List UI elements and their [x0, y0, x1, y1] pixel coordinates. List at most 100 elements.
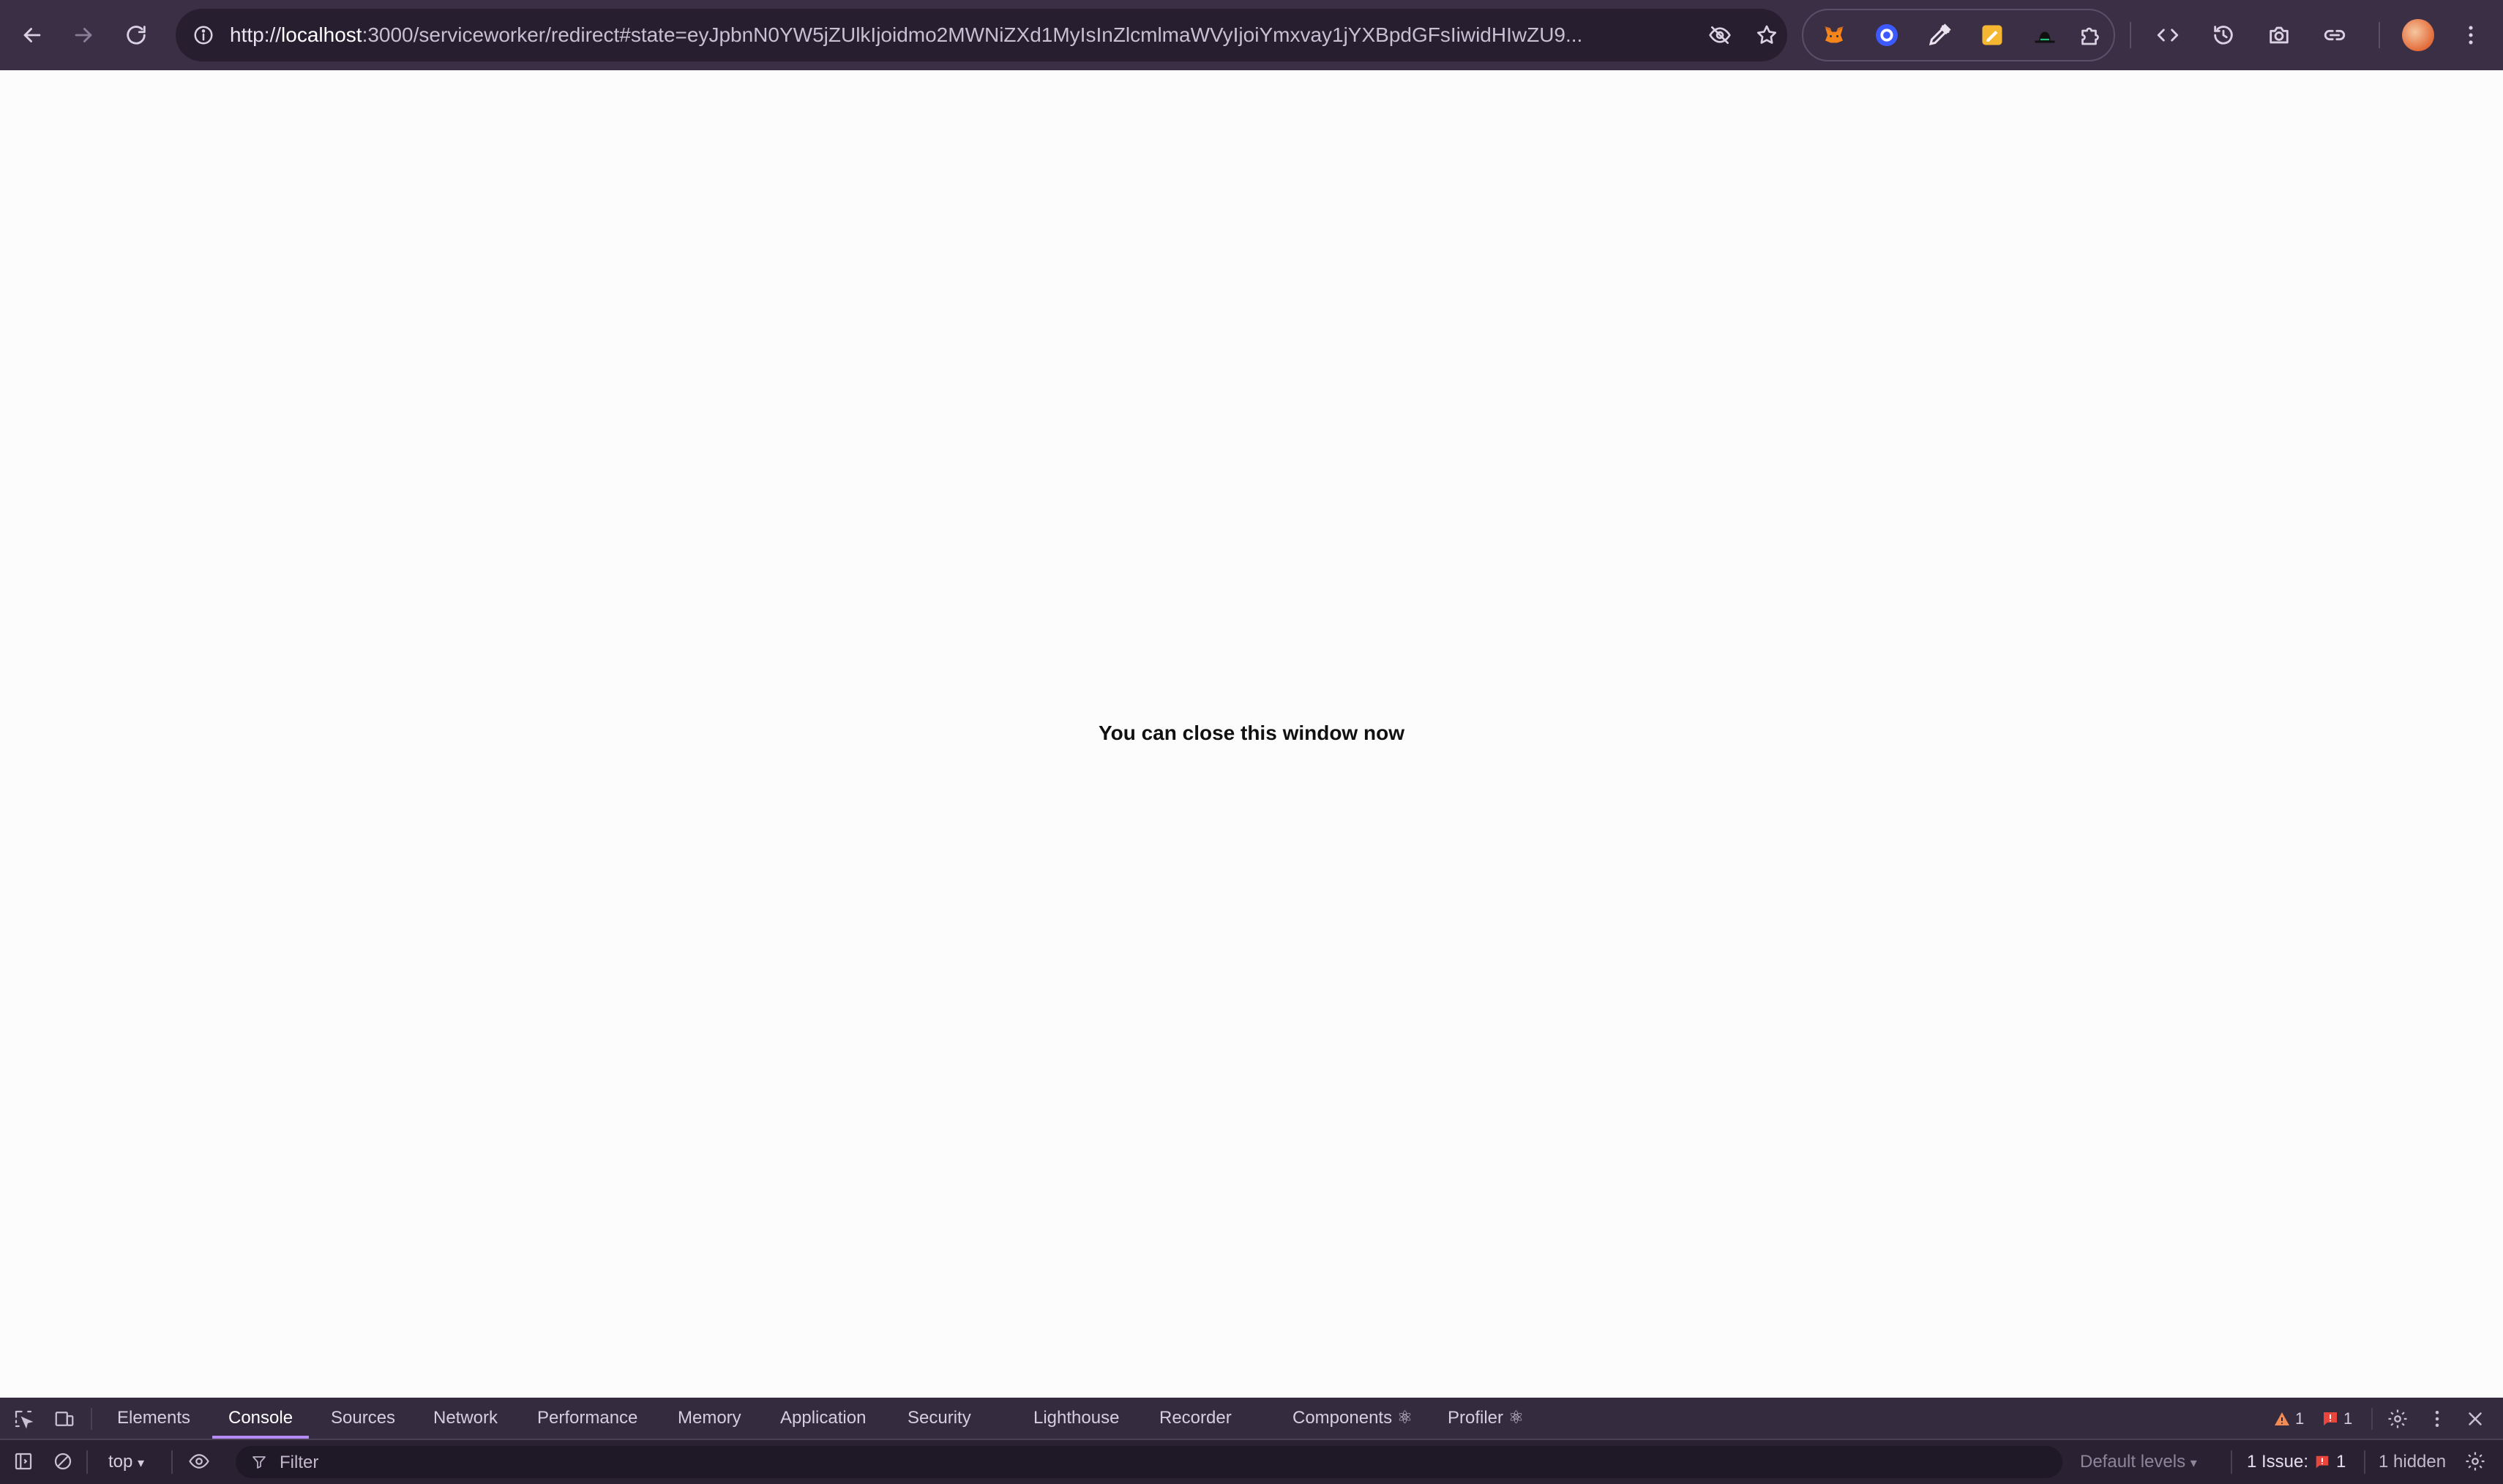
warning-badge[interactable]: 1 — [2273, 1409, 2304, 1428]
site-info-button[interactable] — [187, 19, 220, 51]
browser-toolbar: http://localhost:3000/serviceworker/redi… — [0, 0, 2503, 70]
star-icon — [1756, 25, 1777, 44]
filter-input[interactable] — [278, 1446, 2038, 1480]
bookmark-button[interactable] — [1751, 19, 1783, 51]
levels-label: Default levels — [2080, 1452, 2186, 1472]
sidebar-icon — [15, 1453, 32, 1470]
tracking-protection-button[interactable] — [1704, 19, 1736, 51]
history-icon — [2214, 26, 2233, 45]
arrow-right-icon — [75, 28, 92, 42]
view-source-button[interactable] — [2149, 16, 2187, 54]
device-icon — [55, 1412, 74, 1426]
url-path: :3000/serviceworker/redirect#state=eyJpb… — [362, 23, 1583, 46]
tab-recorder[interactable]: Recorder — [1159, 1398, 1232, 1439]
hidden-messages-count: 1 hidden — [2379, 1452, 2447, 1472]
more-vertical-icon — [2469, 26, 2473, 45]
error-badge[interactable]: 1 — [2321, 1409, 2352, 1428]
devtools-menu-button[interactable] — [2422, 1405, 2452, 1433]
close-icon — [2469, 1412, 2482, 1425]
context-selector[interactable]: top ▾ — [108, 1447, 144, 1477]
gear-icon — [2466, 1452, 2485, 1471]
toolbar-divider — [2379, 22, 2380, 48]
issues-count: 1 — [2336, 1452, 2346, 1472]
devtools-settings-button[interactable] — [2383, 1405, 2412, 1433]
filter-icon — [252, 1456, 266, 1469]
warning-icon — [2275, 1412, 2289, 1425]
browser-menu-button[interactable] — [2452, 16, 2490, 54]
tab-security[interactable]: Security — [908, 1398, 971, 1439]
log-levels-dropdown[interactable]: Default levels ▾ — [2080, 1447, 2197, 1477]
devtools-divider — [86, 1450, 88, 1474]
tab-elements[interactable]: Elements — [117, 1398, 190, 1439]
issues-button[interactable]: 1 Issue: 1 — [2247, 1447, 2346, 1477]
devtools-divider — [91, 1408, 92, 1430]
close-devtools-button[interactable] — [2461, 1405, 2490, 1433]
note-extension-icon[interactable] — [1978, 20, 2007, 50]
url-scheme: http:// — [230, 23, 282, 46]
tab-console[interactable]: Console — [212, 1398, 310, 1439]
camera-icon — [2270, 26, 2289, 44]
eyedropper-extension-icon[interactable] — [1925, 20, 1954, 50]
puzzle-icon — [2081, 27, 2099, 45]
history-button[interactable] — [2204, 16, 2242, 54]
tab-profiler[interactable]: Profiler ⚛ — [1448, 1398, 1524, 1439]
devtools-panel: Elements Console Sources Network Perform… — [0, 1398, 2503, 1484]
context-value: top — [108, 1452, 133, 1472]
url-host: localhost — [281, 23, 362, 46]
tab-memory[interactable]: Memory — [678, 1398, 741, 1439]
reload-button[interactable] — [117, 16, 155, 54]
console-filter[interactable] — [236, 1446, 2062, 1480]
chevron-down-icon: ▾ — [2190, 1455, 2197, 1470]
console-toolbar: top ▾ Default levels ▾ 1 Issue: 1 1 hidd… — [0, 1440, 2503, 1484]
tab-network[interactable]: Network — [433, 1398, 498, 1439]
inspect-element-button[interactable] — [9, 1405, 38, 1433]
metamask-extension-icon[interactable] — [1819, 20, 1849, 50]
close-window-message: You can close this window now — [1099, 722, 1404, 744]
forward-button[interactable] — [64, 16, 102, 54]
devtools-divider — [2231, 1450, 2232, 1474]
toggle-sidebar-button[interactable] — [9, 1447, 38, 1475]
link-icon — [2324, 29, 2346, 41]
screenshot-button[interactable] — [2260, 16, 2298, 54]
tab-components[interactable]: Components ⚛ — [1292, 1398, 1413, 1439]
more-vertical-icon — [2435, 1411, 2439, 1427]
info-icon — [194, 26, 213, 45]
block-icon — [54, 1453, 72, 1470]
toolbar-divider — [2130, 22, 2131, 48]
gear-icon — [2388, 1409, 2407, 1428]
extensions-group — [1802, 9, 2115, 61]
inspect-icon — [15, 1410, 34, 1429]
chevron-down-icon: ▾ — [138, 1455, 145, 1470]
issues-label: 1 Issue: — [2247, 1452, 2309, 1472]
tab-sources[interactable]: Sources — [331, 1398, 395, 1439]
extensions-menu-button[interactable] — [2076, 20, 2105, 50]
target-extension-icon[interactable] — [1872, 20, 1901, 50]
console-settings-button[interactable] — [2461, 1447, 2490, 1475]
error-message-icon — [2324, 1412, 2337, 1425]
address-bar[interactable]: http://localhost:3000/serviceworker/redi… — [176, 9, 1787, 61]
tab-performance[interactable]: Performance — [537, 1398, 637, 1439]
clear-console-button[interactable] — [48, 1447, 78, 1475]
copy-link-button[interactable] — [2316, 16, 2354, 54]
reload-icon — [127, 26, 146, 45]
device-toolbar-button[interactable] — [50, 1405, 79, 1433]
error-count: 1 — [2343, 1409, 2353, 1428]
devtools-tab-bar: Elements Console Sources Network Perform… — [0, 1398, 2503, 1440]
warning-count: 1 — [2295, 1409, 2305, 1428]
page-viewport: You can close this window now — [0, 70, 2503, 1398]
eye-icon — [189, 1454, 209, 1469]
back-button[interactable] — [13, 16, 51, 54]
profile-avatar[interactable] — [2402, 19, 2434, 51]
code-icon — [2157, 29, 2179, 42]
devtools-divider — [2364, 1450, 2365, 1474]
hat-extension-icon[interactable] — [2030, 20, 2059, 50]
tab-application[interactable]: Application — [780, 1398, 866, 1439]
live-expression-button[interactable] — [184, 1447, 214, 1475]
tab-lighthouse[interactable]: Lighthouse — [1033, 1398, 1119, 1439]
arrow-left-icon — [23, 28, 41, 42]
devtools-divider — [2371, 1408, 2373, 1430]
devtools-divider — [171, 1450, 173, 1474]
error-message-icon — [2316, 1455, 2329, 1469]
url-text[interactable]: http://localhost:3000/serviceworker/redi… — [230, 9, 1686, 61]
eye-off-icon — [1709, 26, 1731, 44]
